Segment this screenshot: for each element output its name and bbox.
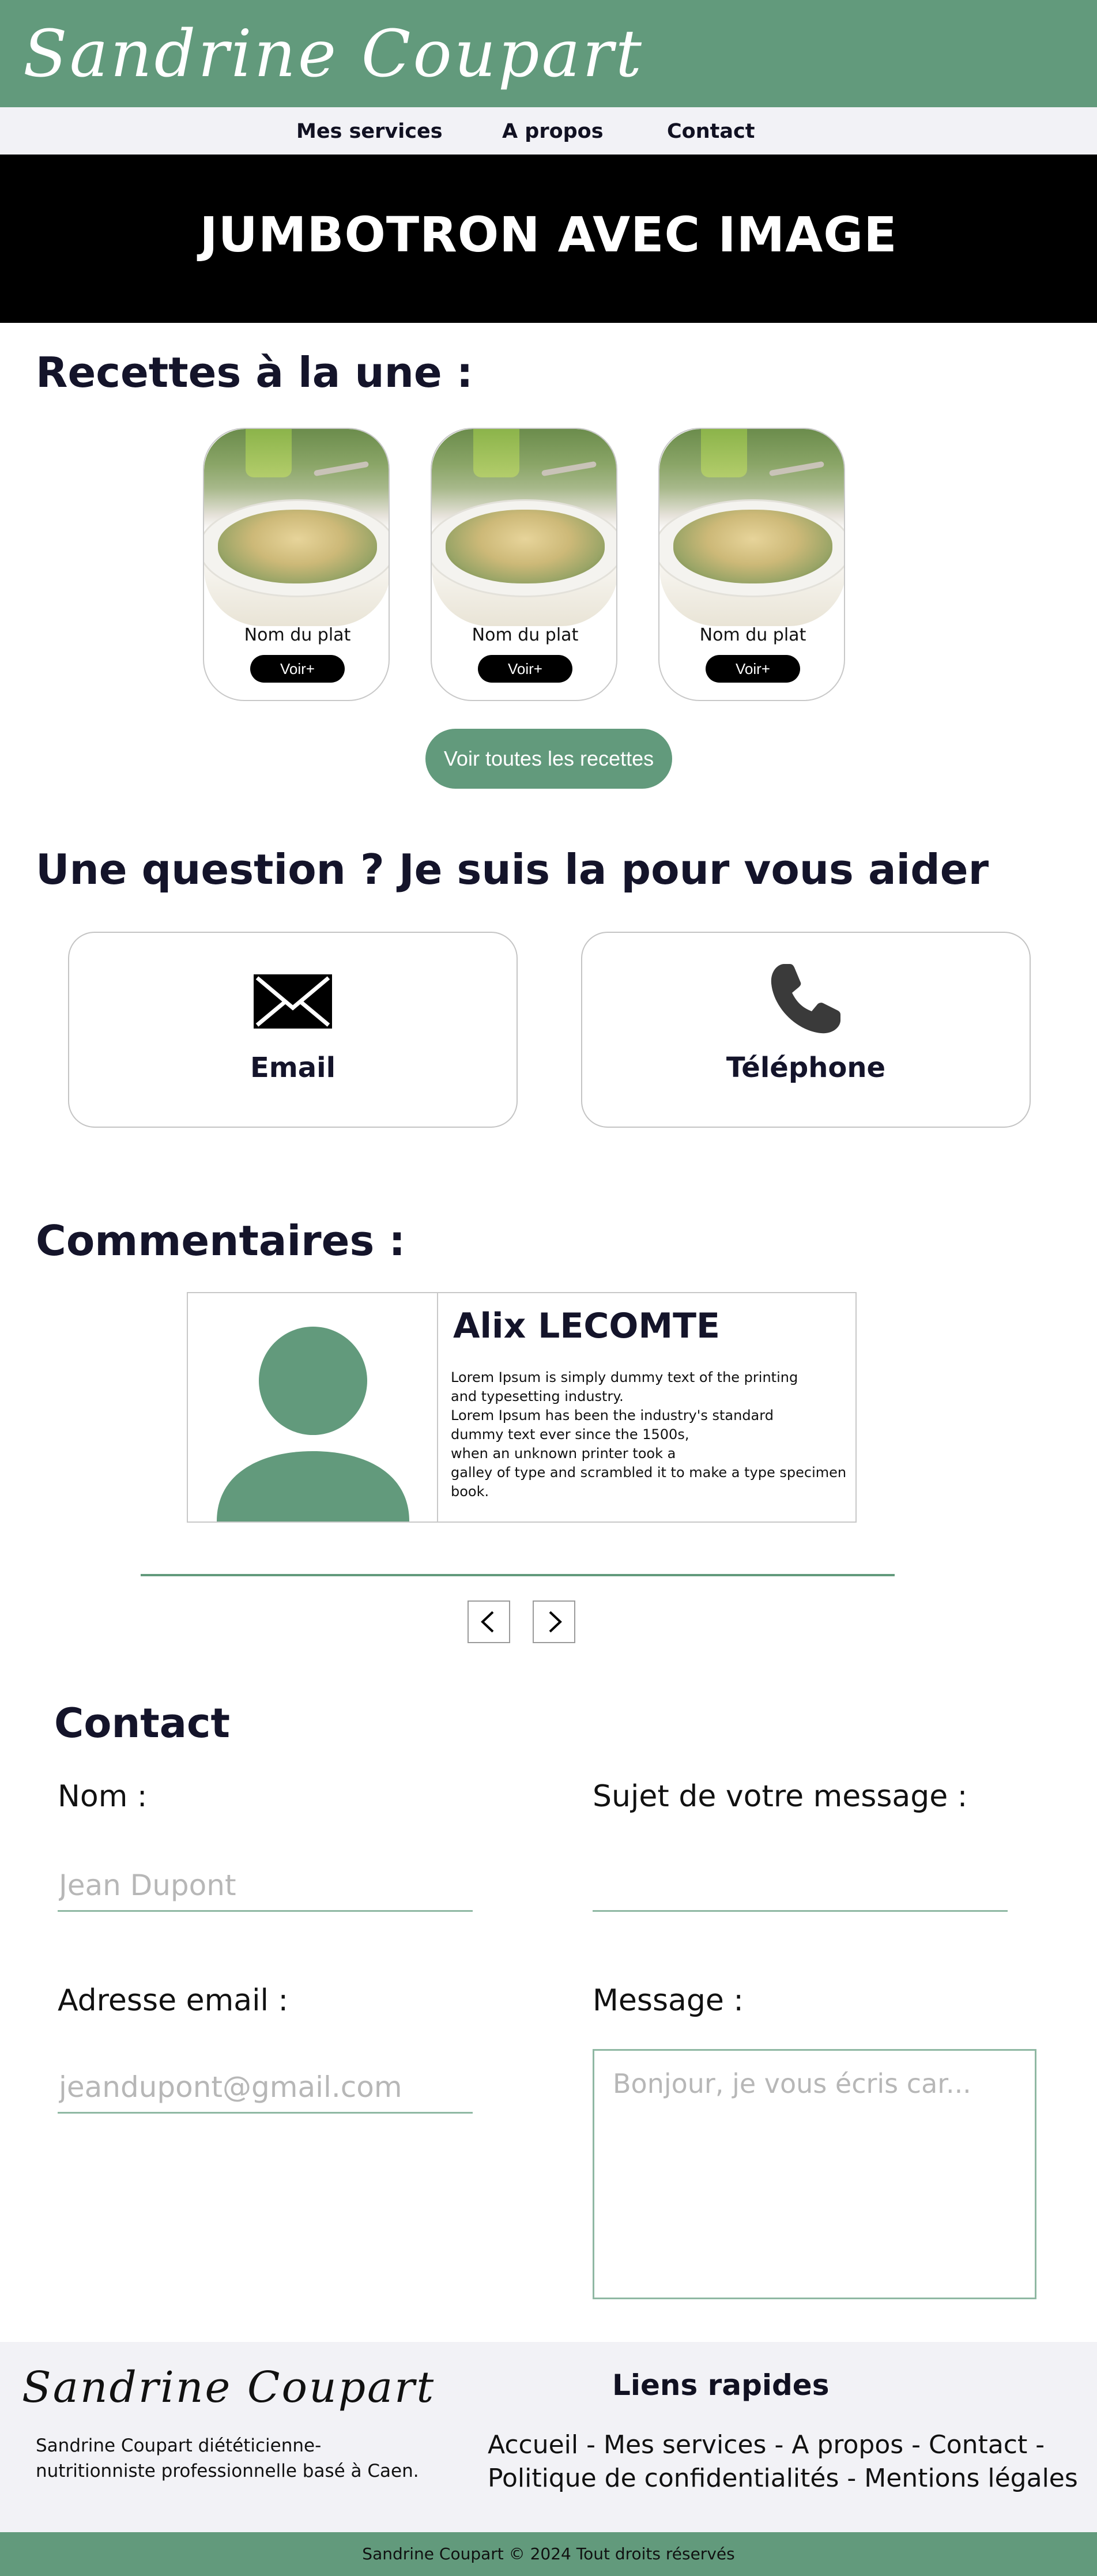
footer-link-legal[interactable]: Mentions légales <box>864 2464 1078 2493</box>
quick-links-title: Liens rapides <box>612 2368 830 2402</box>
phone-label: Téléphone <box>726 1052 886 1084</box>
copyright-bar: Sandrine Coupart © 2024 Tout droits rése… <box>0 2532 1097 2576</box>
link-separator: - <box>1027 2430 1045 2460</box>
subject-input[interactable] <box>593 1860 1008 1912</box>
recipe-more-button[interactable]: Voir+ <box>478 655 572 683</box>
email-contact-box[interactable]: Email <box>68 932 518 1128</box>
recipe-card[interactable]: Nom du plat Voir+ <box>431 428 617 701</box>
carousel-prev-button[interactable] <box>468 1600 510 1643</box>
nav-item-services[interactable]: Mes services <box>296 120 443 143</box>
footer-link-privacy[interactable]: Politique de confidentialités <box>488 2464 839 2493</box>
recipe-card[interactable]: Nom du plat Voir+ <box>203 428 390 701</box>
message-textarea[interactable] <box>593 2049 1036 2299</box>
footer-link-contact[interactable]: Contact <box>929 2430 1027 2460</box>
footer-description: Sandrine Coupart diététicienne-nutrition… <box>36 2435 419 2481</box>
carousel-next-button[interactable] <box>533 1600 575 1643</box>
nav-item-contact[interactable]: Contact <box>667 120 755 143</box>
contact-form-title: Contact <box>54 1700 230 1747</box>
email-address-label: Adresse email : <box>58 1983 289 2018</box>
help-title: Une question ? Je suis la pour vous aide… <box>36 845 989 894</box>
footer-link-home[interactable]: Accueil <box>488 2430 578 2460</box>
main-nav: Mes services A propos Contact <box>0 107 1097 155</box>
testimonial-text: Lorem Ipsum is simply dummy text of the … <box>451 1369 847 1500</box>
link-separator: - <box>578 2430 604 2460</box>
quick-links: Accueil - Mes services - A propos - Cont… <box>488 2428 1087 2495</box>
site-header: Sandrine Coupart <box>0 0 1097 107</box>
all-recipes-button[interactable]: Voir toutes les recettes <box>425 729 672 789</box>
recipes-title: Recettes à la une : <box>36 348 473 397</box>
user-avatar-icon <box>217 1327 409 1522</box>
testimonial-card: Alix LECOMTE Lorem Ipsum is simply dummy… <box>187 1292 857 1523</box>
jumbotron-title: JUMBOTRON AVEC IMAGE <box>199 206 898 263</box>
recipe-photo <box>204 429 389 626</box>
name-label: Nom : <box>58 1779 148 1814</box>
recipe-card[interactable]: Nom du plat Voir+ <box>658 428 845 701</box>
recipe-more-button[interactable]: Voir+ <box>250 655 345 683</box>
recipe-more-button[interactable]: Voir+ <box>706 655 800 683</box>
footer-link-services[interactable]: Mes services <box>604 2430 766 2460</box>
recipe-name: Nom du plat <box>244 625 351 645</box>
testimonial-author: Alix LECOMTE <box>453 1306 721 1346</box>
carousel-divider <box>141 1574 895 1576</box>
phone-contact-box[interactable]: Téléphone <box>581 932 1031 1128</box>
nav-item-about[interactable]: A propos <box>502 120 604 143</box>
footer-logo[interactable]: Sandrine Coupart <box>22 2363 435 2412</box>
email-label: Email <box>250 1052 336 1084</box>
phone-icon <box>771 964 840 1034</box>
site-footer: Sandrine Coupart Sandrine Coupart diétét… <box>0 2342 1097 2532</box>
subject-label: Sujet de votre message : <box>593 1779 968 1814</box>
email-input[interactable] <box>58 2062 473 2114</box>
link-separator: - <box>766 2430 792 2460</box>
chevron-left-icon <box>481 1611 494 1633</box>
link-separator: - <box>903 2430 929 2460</box>
envelope-icon <box>254 974 332 1029</box>
chevron-right-icon <box>549 1611 562 1633</box>
copyright-text: Sandrine Coupart © 2024 Tout droits rése… <box>362 2544 735 2563</box>
recipe-photo <box>432 429 616 626</box>
link-separator: - <box>839 2464 865 2493</box>
recipe-name: Nom du plat <box>699 625 806 645</box>
footer-link-about[interactable]: A propos <box>791 2430 903 2460</box>
message-label: Message : <box>593 1983 744 2018</box>
name-input[interactable] <box>58 1860 473 1912</box>
jumbotron: JUMBOTRON AVEC IMAGE <box>0 155 1097 323</box>
comments-title: Commentaires : <box>36 1217 406 1265</box>
site-logo[interactable]: Sandrine Coupart <box>23 22 644 86</box>
recipe-photo <box>659 429 844 626</box>
avatar <box>188 1293 438 1522</box>
recipe-name: Nom du plat <box>472 625 579 645</box>
